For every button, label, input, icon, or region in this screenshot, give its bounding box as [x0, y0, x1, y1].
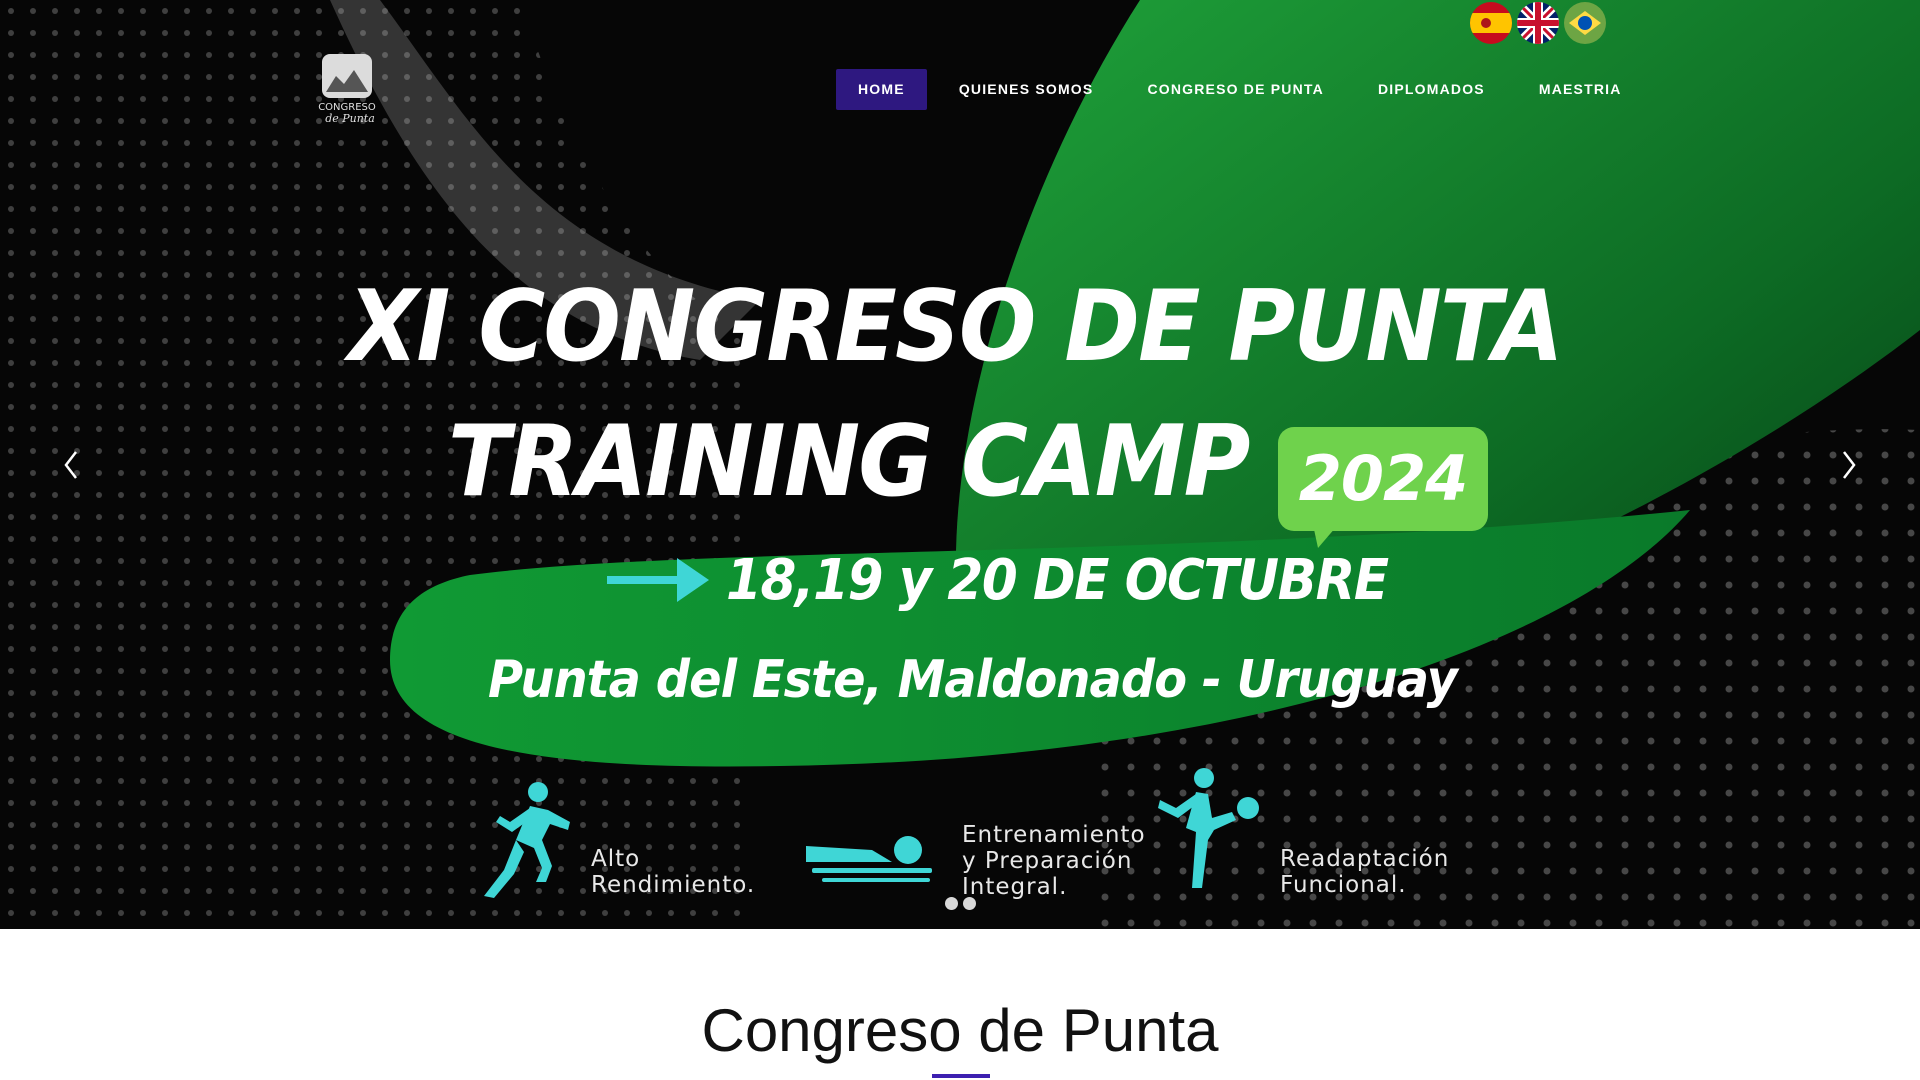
language-switcher	[1470, 2, 1611, 44]
feature-entrenamiento: Entrenamiento y Preparación Integral.	[962, 822, 1146, 900]
uk-flag-icon[interactable]	[1517, 2, 1559, 44]
feature-line: Rendimiento.	[591, 872, 756, 898]
section-title: Congreso de Punta	[701, 997, 1219, 1064]
carousel-next-chevron-icon[interactable]	[1836, 448, 1862, 482]
year-badge: 2024	[1278, 427, 1488, 531]
brazil-flag-icon[interactable]	[1564, 2, 1606, 44]
carousel-indicators	[945, 897, 981, 910]
kicker-icon	[1158, 768, 1259, 888]
spanish-flag-icon[interactable]	[1470, 2, 1512, 44]
nav-diplomados[interactable]: DIPLOMADOS	[1356, 69, 1507, 110]
site-logo[interactable]: CONGRESO de Punta	[314, 52, 380, 126]
carousel-dot-1[interactable]	[945, 897, 958, 910]
swimmer-icon	[806, 836, 932, 882]
feature-readaptacion: Readaptación Funcional.	[1280, 846, 1449, 898]
feature-line: Entrenamiento	[962, 822, 1146, 848]
section-title-underline	[932, 1074, 990, 1078]
feature-alto-rendimiento: Alto Rendimiento.	[591, 846, 755, 898]
carousel-dot-2[interactable]	[963, 897, 976, 910]
feature-line: Integral.	[962, 874, 1068, 900]
nav-congreso-de-punta[interactable]: CONGRESO DE PUNTA	[1125, 69, 1346, 110]
event-dates: 18,19 y 20 DE OCTUBRE	[726, 548, 1389, 613]
arrow-right-icon	[607, 558, 709, 602]
hero-headline-line2: TRAINING CAMP	[448, 405, 1250, 519]
year-badge-tail	[1312, 520, 1342, 548]
main-nav: HOME QUIENES SOMOS CONGRESO DE PUNTA DIP…	[836, 69, 1654, 110]
hero-carousel: CONGRESO de Punta HOME QUIENES SOMOS CON…	[0, 0, 1920, 929]
carousel-prev-chevron-icon[interactable]	[58, 448, 84, 482]
feature-line: y Preparación	[962, 848, 1133, 874]
nav-maestria[interactable]: MAESTRIA	[1517, 69, 1644, 110]
hero-headline-line1: XI CONGRESO DE PUNTA	[348, 270, 1564, 384]
feature-line: Funcional.	[1280, 872, 1407, 898]
event-location: Punta del Este, Maldonado - Uruguay	[488, 650, 1458, 710]
feature-line: Alto	[591, 846, 641, 872]
nav-quienes-somos[interactable]: QUIENES SOMOS	[937, 69, 1116, 110]
runner-icon	[484, 782, 570, 898]
nav-home[interactable]: HOME	[836, 69, 927, 110]
svg-text:de Punta: de Punta	[325, 112, 375, 125]
feature-line: Readaptación	[1280, 846, 1450, 872]
